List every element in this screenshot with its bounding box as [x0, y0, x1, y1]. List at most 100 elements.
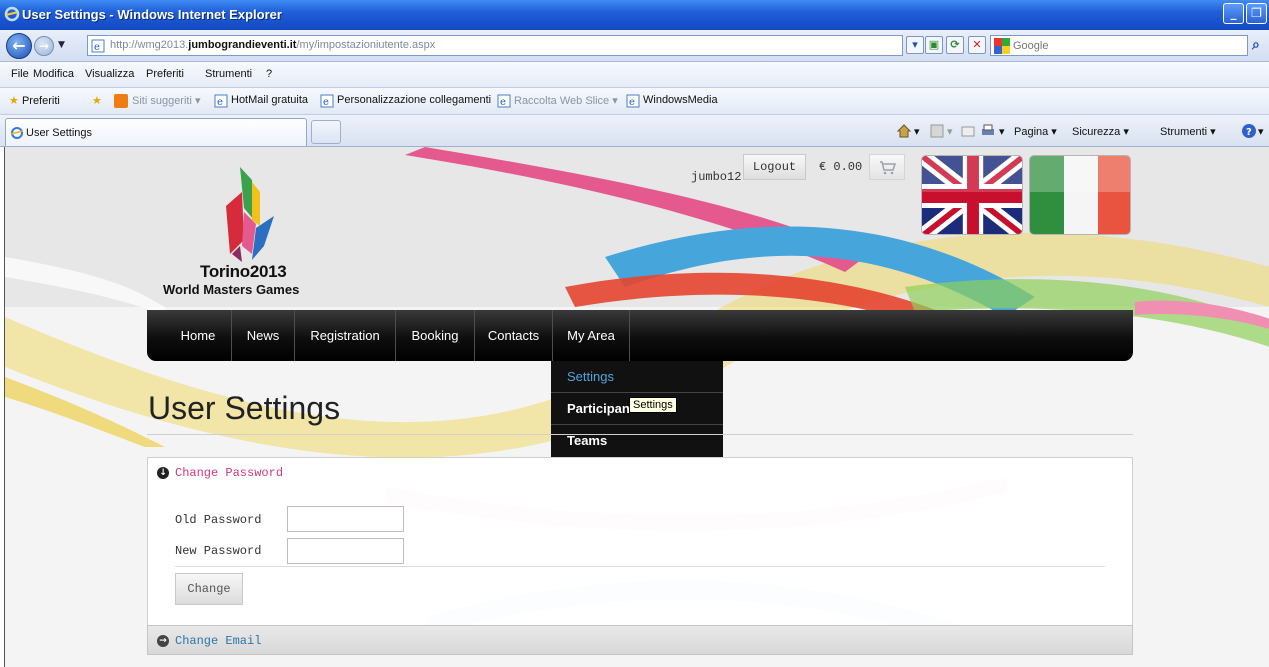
fav-windows-media[interactable]: WindowsMedia [643, 94, 718, 106]
ie-page-icon: e [497, 94, 511, 108]
menu-help[interactable]: ? [266, 68, 272, 80]
menu-tools[interactable]: Strumenti [205, 68, 252, 80]
page-viewport: Torino2013 World Masters Games jumbo12 L… [4, 147, 1269, 667]
dropdown-teams[interactable]: Teams [551, 425, 723, 457]
ie-logo-icon [4, 6, 20, 22]
cart-button[interactable] [869, 154, 905, 180]
help-dropdown-icon[interactable]: ▾ [1258, 125, 1264, 138]
home-icon[interactable] [896, 123, 912, 139]
search-icon[interactable]: ⌕ [1252, 37, 1260, 53]
nav-my-area[interactable]: My Area [553, 310, 629, 361]
change-email-panel[interactable]: → Change Email [147, 625, 1133, 655]
new-password-input[interactable] [287, 538, 404, 564]
favorites-button[interactable]: ★ Preferiti [9, 94, 60, 107]
ie-window: User Settings - Windows Internet Explore… [0, 0, 1269, 667]
nav-home[interactable]: Home [165, 310, 231, 361]
logo-subtitle: World Masters Games [163, 282, 300, 297]
back-button[interactable]: ← [6, 33, 32, 59]
page-title: User Settings [148, 390, 341, 426]
help-icon[interactable]: ? [1241, 123, 1257, 139]
refresh-icon[interactable]: ⟳ [946, 36, 964, 54]
restore-button[interactable]: ❐ [1246, 3, 1267, 24]
italian-flag-button[interactable] [1029, 155, 1131, 235]
menu-bar: File Modifica Visualizza Preferiti Strum… [0, 62, 1269, 88]
minimize-button[interactable]: _ [1223, 3, 1244, 24]
settings-tooltip: Settings [629, 397, 677, 413]
fav-web-slice-gallery[interactable]: Raccolta Web Slice ▾ [514, 94, 618, 107]
tools-menu[interactable]: Strumenti ▾ [1160, 125, 1216, 138]
svg-text:e: e [500, 97, 506, 108]
stop-icon[interactable]: ✕ [968, 36, 986, 54]
security-menu[interactable]: Sicurezza ▾ [1072, 125, 1129, 138]
title-bar: User Settings - Windows Internet Explore… [0, 0, 1269, 30]
logout-button[interactable]: Logout [743, 154, 806, 180]
dropdown-settings[interactable]: Settings [551, 361, 723, 393]
svg-text:e: e [323, 97, 329, 108]
compatibility-view-icon[interactable]: ▣ [925, 36, 943, 54]
nav-registration[interactable]: Registration [295, 310, 395, 361]
google-icon [994, 38, 1010, 54]
menu-view[interactable]: Visualizza [85, 68, 134, 80]
page-menu[interactable]: Pagina ▾ [1014, 125, 1057, 138]
tab-user-settings[interactable]: User Settings [5, 118, 307, 146]
window-title: User Settings - Windows Internet Explore… [22, 7, 282, 22]
main-nav: Home News Registration Booking Contacts … [147, 310, 1133, 361]
menu-favorites[interactable]: Preferiti [146, 68, 184, 80]
svg-text:e: e [629, 97, 635, 108]
english-flag-button[interactable] [921, 155, 1023, 235]
feeds-icon[interactable] [929, 123, 945, 139]
forward-button[interactable]: → [34, 36, 54, 56]
username-label: jumbo12 [691, 170, 742, 184]
cart-total: € 0.00 [819, 160, 863, 174]
menu-edit[interactable]: Modifica [33, 68, 74, 80]
menu-file[interactable]: File [11, 68, 29, 80]
address-bar: ← → ▼ e http://wmg2013.jumbograndieventi… [0, 30, 1269, 62]
ie-page-icon: e [320, 94, 334, 108]
tab-bar: User Settings ▾ ▾ ▾ Pagina ▾ Sicurezza ▾… [0, 115, 1269, 147]
url-field[interactable]: e http://wmg2013.jumbograndieventi.it/my… [87, 35, 903, 56]
expand-arrow-icon: → [157, 635, 169, 647]
change-password-title[interactable]: Change Password [175, 466, 283, 480]
home-dropdown-icon[interactable]: ▾ [914, 125, 920, 138]
uk-flag-icon [922, 156, 1022, 234]
print-icon[interactable] [980, 123, 996, 139]
page-icon: e [91, 39, 105, 53]
fav-customize-links[interactable]: Personalizzazione collegamenti [337, 94, 491, 106]
fav-hotmail[interactable]: HotMail gratuita [231, 94, 308, 106]
change-password-panel: ↓ Change Password Old Password New Passw… [147, 457, 1133, 649]
nav-divider [629, 310, 630, 361]
print-dropdown-icon[interactable]: ▾ [999, 125, 1005, 138]
forward-arrow-icon: → [38, 39, 50, 53]
fav-suggested-sites[interactable]: Siti suggeriti ▾ [132, 94, 201, 107]
change-password-header[interactable]: ↓ Change Password [148, 458, 1132, 486]
search-input[interactable] [1013, 38, 1243, 53]
new-tab-button[interactable] [311, 120, 341, 144]
ie-page-icon: e [626, 94, 640, 108]
nav-contacts[interactable]: Contacts [475, 310, 552, 361]
star-icon: ★ [9, 95, 19, 107]
svg-text:e: e [217, 97, 223, 108]
url-dropdown-icon[interactable]: ▾ [906, 36, 924, 54]
back-arrow-icon: ← [12, 36, 26, 55]
svg-text:e: e [94, 42, 100, 53]
collapse-arrow-icon: ↓ [157, 467, 169, 479]
nav-booking[interactable]: Booking [396, 310, 474, 361]
search-field[interactable] [990, 35, 1248, 56]
ie-tab-icon [10, 127, 24, 139]
add-favorites-icon[interactable]: ★ [92, 94, 102, 107]
new-password-label: New Password [175, 544, 262, 558]
tab-title: User Settings [26, 127, 93, 139]
old-password-input[interactable] [287, 506, 404, 532]
change-email-title[interactable]: Change Email [175, 634, 261, 648]
feeds-dropdown-icon[interactable]: ▾ [947, 125, 953, 138]
title-divider [147, 434, 1133, 435]
nav-news[interactable]: News [232, 310, 294, 361]
change-password-button[interactable]: Change [175, 573, 243, 605]
logo-title: Torino2013 [200, 262, 287, 281]
italy-flag-icon [1030, 156, 1130, 234]
recent-pages-dropdown-icon[interactable]: ▼ [58, 40, 65, 50]
mail-icon[interactable] [960, 123, 976, 139]
ie-page-icon: e [214, 94, 228, 108]
form-divider [175, 566, 1105, 567]
favorites-bar: ★ Preferiti ★ Siti suggeriti ▾ e HotMail… [0, 88, 1269, 115]
